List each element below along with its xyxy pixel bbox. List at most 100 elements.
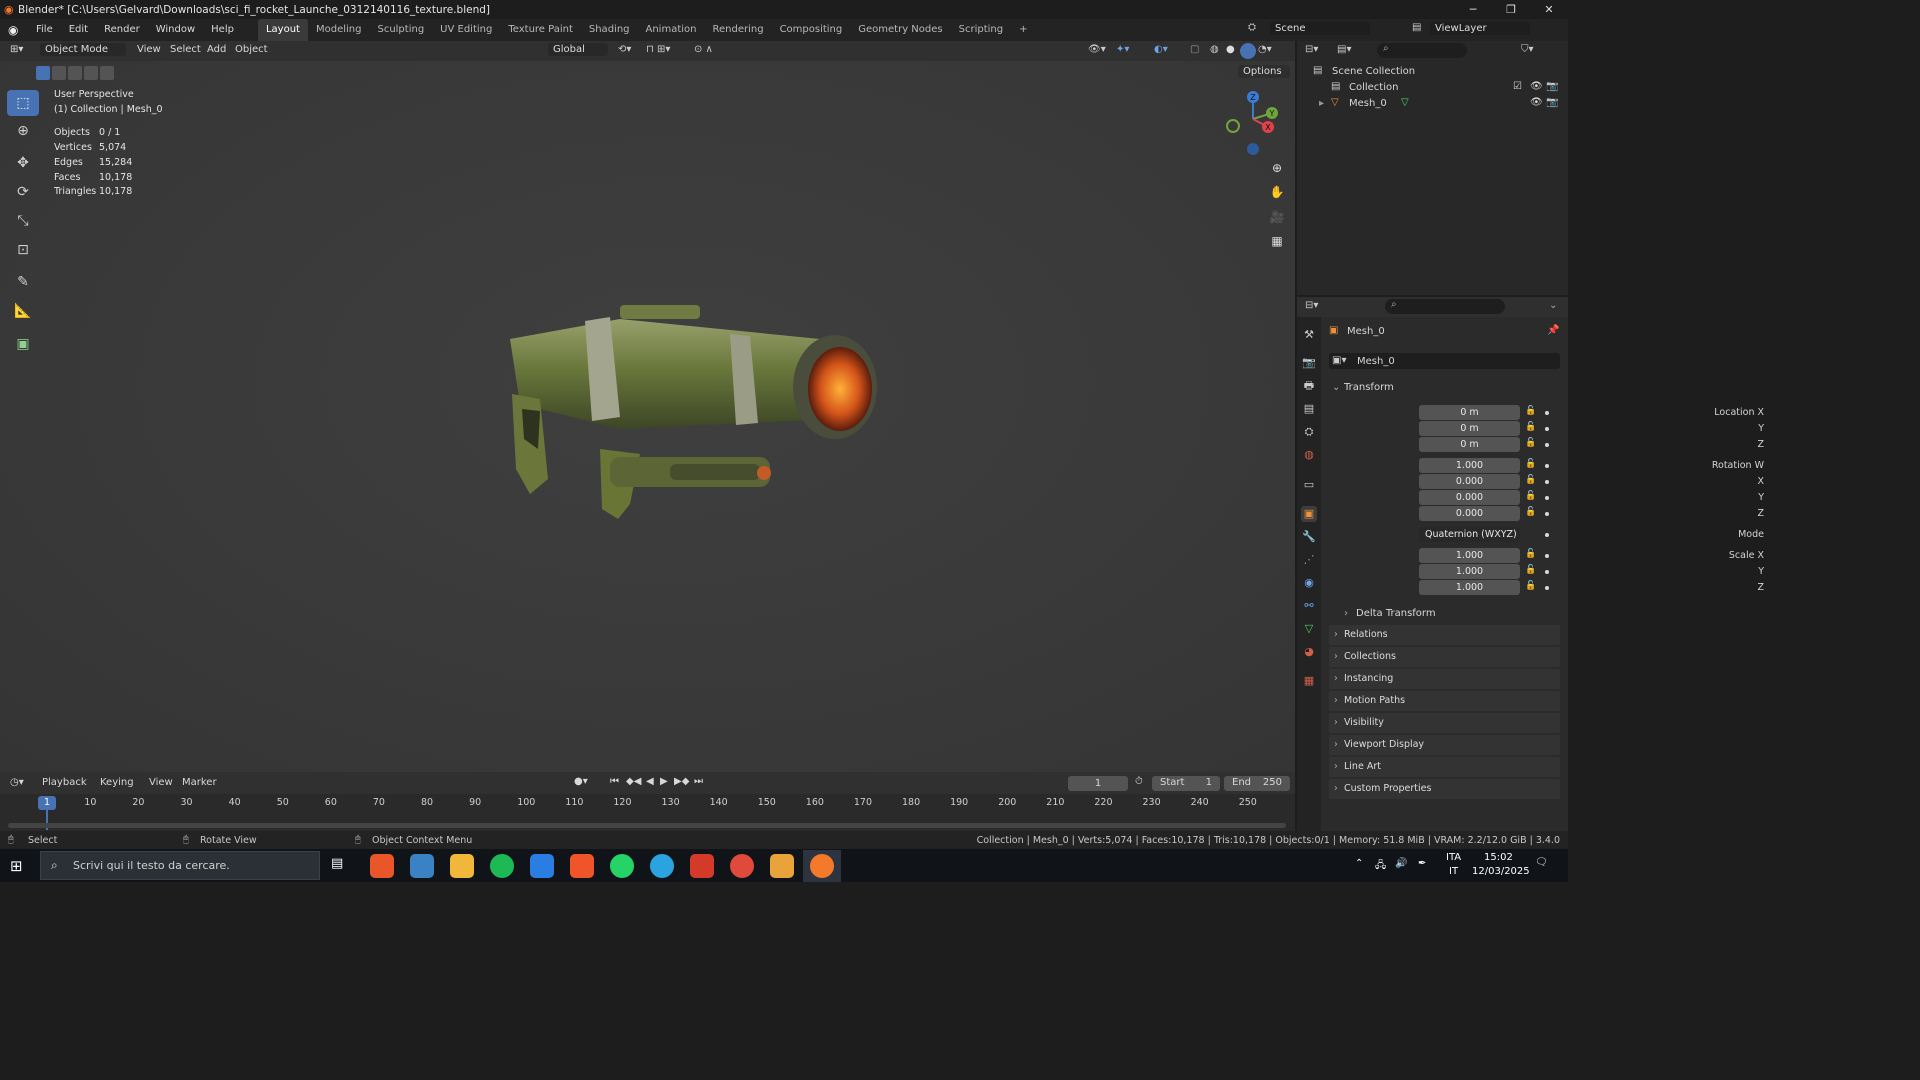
current-frame-field[interactable]: 1 bbox=[1068, 776, 1128, 791]
preview-range-icon[interactable]: ⏱ bbox=[1135, 776, 1143, 787]
tab-scripting[interactable]: Scripting bbox=[951, 19, 1011, 41]
whatsapp-icon[interactable] bbox=[610, 854, 634, 878]
keyframe-rotation-z-icon[interactable] bbox=[1545, 512, 1549, 516]
outliner-editor-icon[interactable]: ⊟▾ bbox=[1305, 44, 1318, 55]
keyframe-location-x-icon[interactable] bbox=[1545, 411, 1549, 415]
lock-location-z-icon[interactable]: 🔓 bbox=[1525, 438, 1536, 448]
outliner-search-input[interactable]: ⌕ bbox=[1377, 43, 1467, 58]
snap-icon[interactable]: ⊓ ⊞▾ bbox=[646, 44, 670, 55]
menu-keying[interactable]: Keying bbox=[100, 777, 134, 788]
rendered-shading-icon[interactable]: ◔▾ bbox=[1258, 44, 1272, 55]
jump-end-icon[interactable]: ⏭ bbox=[694, 776, 703, 787]
cursor-tool-icon[interactable]: ⊕ bbox=[7, 118, 39, 144]
minimize-button[interactable]: ─ bbox=[1454, 0, 1492, 19]
keyframe-rotation-x-icon[interactable] bbox=[1545, 480, 1549, 484]
properties-editor-icon[interactable]: ⊟▾ bbox=[1305, 300, 1318, 311]
menu-help[interactable]: Help bbox=[203, 19, 242, 41]
overlay-toggle-icon[interactable]: ◐▾ bbox=[1154, 44, 1168, 55]
select-box-tool-icon[interactable]: ⬚ bbox=[7, 90, 39, 116]
rotation-x-field[interactable]: 0.000 bbox=[1419, 474, 1520, 489]
properties-search-input[interactable]: ⌕ bbox=[1385, 299, 1505, 314]
output-tab-icon[interactable]: 🖶 bbox=[1301, 378, 1317, 394]
keyframe-mode-icon[interactable] bbox=[1545, 533, 1549, 537]
menu-view[interactable]: View bbox=[137, 44, 161, 55]
end-frame-field[interactable]: End 250 bbox=[1224, 776, 1290, 791]
menu-timeline-view[interactable]: View bbox=[149, 777, 173, 788]
outliner-collection[interactable]: Collection bbox=[1349, 82, 1398, 93]
tab-layout[interactable]: Layout bbox=[257, 19, 308, 41]
select-subtract-icon[interactable] bbox=[68, 66, 82, 80]
annotate-tool-icon[interactable]: ✎ bbox=[7, 269, 39, 295]
lock-location-x-icon[interactable]: 🔓 bbox=[1525, 406, 1536, 416]
keyframe-scale-z-icon[interactable] bbox=[1545, 586, 1549, 590]
spotify-icon[interactable] bbox=[490, 854, 514, 878]
play-icon[interactable]: ▶ bbox=[660, 776, 668, 787]
mail-app-icon[interactable] bbox=[770, 854, 794, 878]
blender-taskbar-icon[interactable] bbox=[810, 854, 834, 878]
gizmo-neg-z-axis[interactable] bbox=[1247, 143, 1259, 155]
menu-object[interactable]: Object bbox=[235, 44, 268, 55]
start-frame-field[interactable]: Start 1 bbox=[1152, 776, 1220, 791]
brave-app-icon[interactable] bbox=[690, 854, 714, 878]
outliner-object-mesh[interactable]: Mesh_0 bbox=[1349, 98, 1387, 109]
clock-date[interactable]: 12/03/2025 bbox=[1472, 866, 1530, 877]
material-shading-icon[interactable] bbox=[1240, 43, 1256, 59]
display-mode-icon[interactable]: ▤▾ bbox=[1337, 44, 1351, 55]
data-tab-icon[interactable]: ▽ bbox=[1301, 621, 1317, 637]
network-icon[interactable]: 🖧 bbox=[1375, 858, 1386, 875]
texture-tab-icon[interactable]: ▦ bbox=[1301, 673, 1317, 689]
lock-rotation-x-icon[interactable]: 🔓 bbox=[1525, 475, 1536, 485]
menu-select[interactable]: Select bbox=[170, 44, 201, 55]
volume-icon[interactable]: 🔊 bbox=[1395, 858, 1407, 869]
menu-file[interactable]: File bbox=[28, 19, 61, 41]
camera-view-icon[interactable]: 🎥 bbox=[1267, 207, 1287, 227]
scene-selector[interactable]: Scene bbox=[1270, 22, 1370, 35]
location-z-field[interactable]: 0 m bbox=[1419, 437, 1520, 452]
filter-icon[interactable]: ⛉▾ bbox=[1521, 44, 1534, 55]
play-reverse-icon[interactable]: ◀ bbox=[646, 776, 654, 787]
material-tab-icon[interactable]: ◕ bbox=[1301, 644, 1317, 660]
rotation-mode-dropdown[interactable]: Quaternion (WXYZ) bbox=[1419, 527, 1520, 542]
clock-time[interactable]: 15:02 bbox=[1484, 852, 1513, 863]
lock-rotation-z-icon[interactable]: 🔓 bbox=[1525, 507, 1536, 517]
telegram-icon[interactable] bbox=[650, 854, 674, 878]
tab-animation[interactable]: Animation bbox=[638, 19, 705, 41]
notification-icon[interactable]: 🗨 bbox=[1535, 857, 1548, 868]
mesh-data-icon[interactable]: ▽ bbox=[1401, 97, 1409, 108]
select-new-icon[interactable] bbox=[36, 66, 50, 80]
visibility-icon[interactable]: 👁▾ bbox=[1088, 44, 1106, 55]
lock-location-y-icon[interactable]: 🔓 bbox=[1525, 422, 1536, 432]
move-tool-icon[interactable]: ✥ bbox=[7, 150, 39, 176]
panel-motion-paths[interactable]: › Motion Paths bbox=[1329, 691, 1560, 711]
particles-tab-icon[interactable]: ⋰ bbox=[1301, 552, 1317, 568]
jump-start-icon[interactable]: ⏮ bbox=[610, 776, 619, 787]
keyframe-scale-x-icon[interactable] bbox=[1545, 554, 1549, 558]
brave-browser-icon[interactable] bbox=[570, 854, 594, 878]
properties-dropdown-icon[interactable]: ⌄ bbox=[1549, 300, 1557, 311]
lock-rotation-y-icon[interactable]: 🔓 bbox=[1525, 491, 1536, 501]
blender-menu-icon[interactable]: ◉ bbox=[8, 23, 28, 37]
object-name-field[interactable]: Mesh_0 bbox=[1357, 356, 1395, 367]
location-x-field[interactable]: 0 m bbox=[1419, 405, 1520, 420]
measure-tool-icon[interactable]: 📐 bbox=[7, 298, 39, 324]
render-tab-icon[interactable]: 📷 bbox=[1301, 355, 1317, 371]
panel-instancing[interactable]: › Instancing bbox=[1329, 669, 1560, 689]
modifier-tab-icon[interactable]: 🔧 bbox=[1301, 529, 1317, 545]
file-explorer-icon[interactable] bbox=[450, 854, 474, 878]
tab-rendering[interactable]: Rendering bbox=[704, 19, 771, 41]
render-camera-icon[interactable]: 📷 bbox=[1546, 81, 1558, 92]
next-keyframe-icon[interactable]: ▶◆ bbox=[674, 776, 689, 787]
taskbar-search-box[interactable]: ⌕ Scrivi qui il testo da cercare. bbox=[40, 851, 320, 880]
gizmo-toggle-icon[interactable]: ✦▾ bbox=[1116, 44, 1129, 55]
tab-sculpting[interactable]: Sculpting bbox=[369, 19, 432, 41]
delta-chevron-icon[interactable]: › bbox=[1344, 608, 1348, 619]
prev-keyframe-icon[interactable]: ◆◀ bbox=[626, 776, 641, 787]
timeline-editor-icon[interactable]: ◷▾ bbox=[10, 777, 24, 788]
wireframe-shading-icon[interactable]: ◍ bbox=[1210, 44, 1219, 55]
world-tab-icon[interactable]: ◍ bbox=[1301, 447, 1317, 463]
tab-geometry-nodes[interactable]: Geometry Nodes bbox=[850, 19, 950, 41]
gizmo-neg-y-axis[interactable] bbox=[1226, 119, 1240, 133]
object-data-icon[interactable]: ▣▾ bbox=[1332, 355, 1346, 366]
location-y-field[interactable]: 0 m bbox=[1419, 421, 1520, 436]
hide-eye-icon[interactable]: 👁 bbox=[1530, 81, 1543, 92]
